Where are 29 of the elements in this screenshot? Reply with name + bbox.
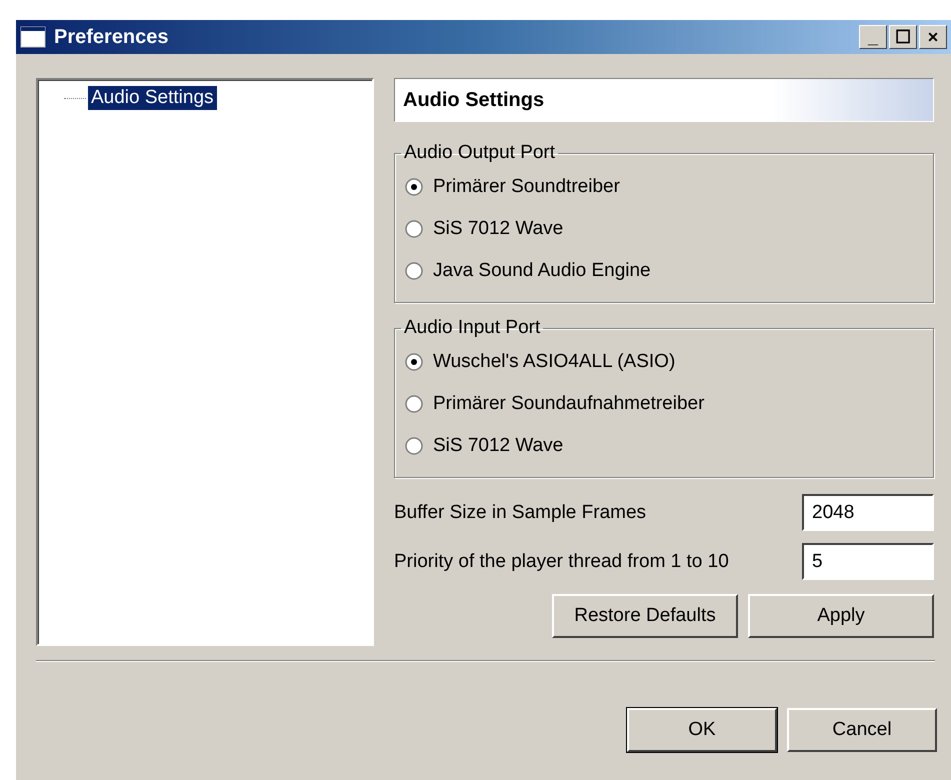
radio-label[interactable]: Primärer Soundaufnahmetreiber: [433, 393, 704, 415]
radio-label[interactable]: Wuschel's ASIO4ALL (ASIO): [433, 351, 676, 373]
radio-button[interactable]: [405, 178, 423, 196]
window-title: Preferences: [54, 26, 170, 48]
radio-label[interactable]: Java Sound Audio Engine: [433, 260, 651, 282]
group-title: Audio Input Port: [403, 317, 542, 339]
panel-button[interactable]: Apply: [748, 594, 934, 638]
radio-button[interactable]: [405, 437, 423, 455]
input-field[interactable]: 5: [802, 543, 934, 580]
panel-button[interactable]: Restore Defaults: [552, 594, 738, 638]
cancel-button[interactable]: Cancel: [787, 708, 937, 752]
maximize-button[interactable]: ☐: [889, 25, 917, 49]
input-field[interactable]: 2048: [802, 494, 934, 531]
minimize-button[interactable]: _: [859, 25, 887, 49]
radio-label[interactable]: SiS 7012 Wave: [433, 218, 564, 240]
radio-button[interactable]: [405, 262, 423, 280]
close-button[interactable]: ×: [919, 25, 947, 49]
group-title: Audio Output Port: [403, 142, 556, 164]
radio-button[interactable]: [405, 220, 423, 238]
radio-label[interactable]: SiS 7012 Wave: [433, 435, 564, 457]
tree-item[interactable]: Audio Settings: [88, 86, 217, 110]
window-icon: [20, 26, 46, 48]
field-label: Priority of the player thread from 1 to 10: [394, 550, 729, 572]
radio-button[interactable]: [405, 353, 423, 371]
ok-button[interactable]: OK: [627, 708, 777, 752]
radio-label[interactable]: Primärer Soundtreiber: [433, 176, 620, 198]
section-title: Audio Settings: [403, 88, 544, 112]
radio-button[interactable]: [405, 395, 423, 413]
field-label: Buffer Size in Sample Frames: [394, 502, 646, 524]
